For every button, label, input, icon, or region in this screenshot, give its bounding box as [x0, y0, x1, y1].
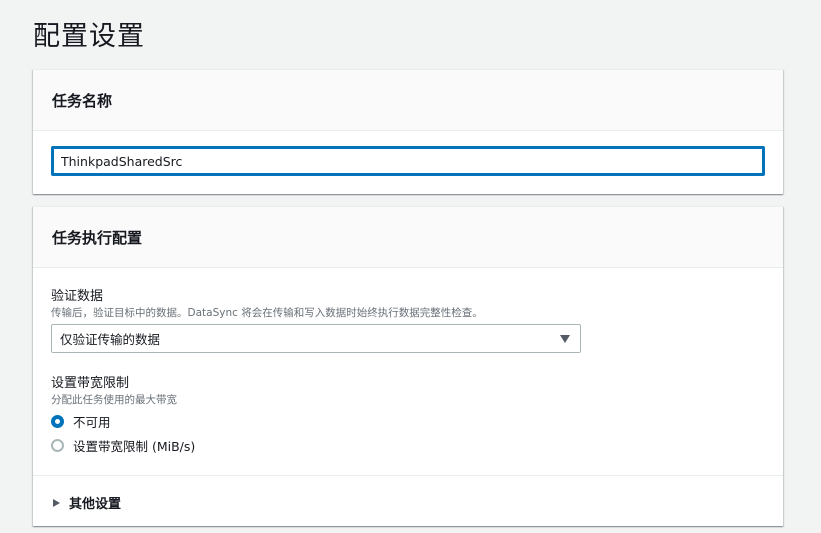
task-execution-panel-header: 任务执行配置	[33, 207, 783, 268]
radio-button-checked[interactable]	[51, 415, 64, 428]
task-name-heading: 任务名称	[52, 91, 113, 110]
caret-down-icon	[560, 334, 570, 343]
verify-data-description: 传输后，验证目标中的数据。DataSync 将会在传输和写入数据时始终执行数据完…	[51, 307, 483, 319]
task-name-panel-header: 任务名称	[33, 70, 783, 131]
task-execution-panel: 任务执行配置 验证数据 传输后，验证目标中的数据。DataSync 将会在传输和…	[33, 206, 783, 526]
task-execution-heading: 任务执行配置	[52, 228, 143, 247]
verify-data-selected-value: 仅验证传输的数据	[60, 332, 161, 347]
bandwidth-limit-description: 分配此任务使用的最大带宽	[51, 394, 177, 406]
additional-settings-expander[interactable]: 其他设置	[53, 493, 121, 512]
radio-label-unavailable: 不可用	[73, 415, 111, 430]
verify-data-label: 验证数据	[51, 289, 104, 304]
task-name-panel: 任务名称	[33, 69, 783, 194]
bandwidth-limit-label: 设置带宽限制	[51, 376, 130, 391]
radio-label-set-bandwidth: 设置带宽限制 (MiB/s)	[73, 439, 196, 454]
radio-option-set-bandwidth[interactable]: 设置带宽限制 (MiB/s)	[51, 436, 195, 455]
caret-right-icon	[53, 498, 60, 507]
page-title: 配置设置	[33, 21, 145, 52]
verify-data-select[interactable]: 仅验证传输的数据	[51, 324, 581, 353]
additional-settings-label: 其他设置	[69, 497, 122, 512]
radio-button-unchecked[interactable]	[51, 439, 64, 452]
section-divider	[33, 475, 783, 476]
radio-option-unavailable[interactable]: 不可用	[51, 412, 111, 431]
task-name-input[interactable]	[51, 146, 765, 176]
